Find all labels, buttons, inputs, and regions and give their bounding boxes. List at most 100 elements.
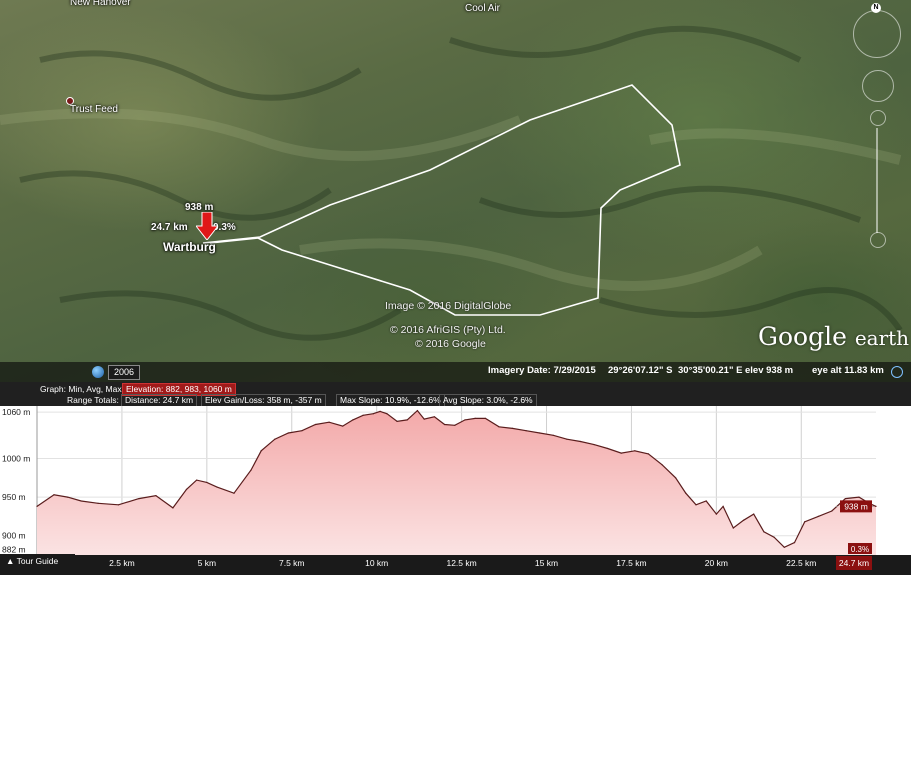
elevation-point — [196, 479, 198, 481]
elevation-point — [416, 410, 419, 412]
elevation-point — [386, 413, 388, 415]
elevation-point — [858, 496, 860, 498]
elevation-point — [831, 510, 833, 512]
elevation-point — [342, 425, 344, 427]
elevation-point — [685, 492, 687, 494]
elevation-point — [250, 469, 252, 471]
elevation-point — [804, 521, 806, 523]
elevation-point — [206, 481, 208, 484]
graph-label: Graph: Min, Avg, Max — [40, 384, 122, 394]
elevation-point — [423, 418, 425, 420]
elevation-point — [454, 424, 456, 426]
elevation-point — [328, 421, 330, 423]
move-joystick[interactable] — [862, 70, 894, 102]
elevation-point — [552, 434, 554, 436]
elevation-point — [260, 450, 262, 452]
look-joystick[interactable] — [853, 10, 901, 58]
latitude-readout: 29°26'07.12" S — [608, 365, 673, 376]
elevation-point — [274, 438, 276, 440]
map-view[interactable]: New Hanover Cool Air Trust Feed Wartburg… — [0, 0, 911, 382]
x-tick-label: 12.5 km — [446, 558, 476, 568]
elevation-point — [674, 477, 677, 479]
close-icon[interactable]: × — [898, 765, 904, 777]
y-tick-label: 900 m — [2, 531, 26, 541]
elevation-point — [53, 494, 55, 496]
elevation-point — [352, 419, 354, 421]
x-tick-label: 5 km — [198, 558, 216, 568]
elevation-point — [783, 546, 785, 548]
place-trust-feed: Trust Feed — [70, 104, 118, 115]
elevation-point — [362, 414, 364, 416]
elevation-point — [511, 427, 514, 429]
historical-imagery-icon[interactable] — [92, 366, 104, 378]
credit-image: Image © 2016 DigitalGlobe — [385, 300, 512, 312]
place-wartburg: Wartburg — [163, 240, 216, 254]
end-elevation-label: 938 m — [844, 501, 868, 511]
zoom-slider[interactable] — [876, 128, 878, 233]
elevation-point — [593, 444, 595, 446]
zoom-in-button[interactable] — [870, 110, 886, 126]
elevation-point — [287, 432, 289, 434]
elevation-point — [620, 452, 622, 454]
elevation-point — [172, 507, 174, 509]
elevation-point — [464, 419, 466, 421]
elevation-point — [484, 417, 486, 419]
elevation-point — [233, 492, 235, 494]
x-tick-label: 17.5 km — [616, 558, 646, 568]
x-tick-label: 7.5 km — [279, 558, 305, 568]
elevation-point — [97, 502, 99, 504]
y-tick-label: 950 m — [2, 492, 26, 502]
position-arrow-icon — [196, 212, 218, 240]
historical-year[interactable]: 2006 — [108, 365, 140, 380]
elevation-point — [66, 496, 69, 498]
x-tick-label: 2.5 km — [109, 558, 135, 568]
elevation-point — [705, 500, 707, 502]
elevation-point — [539, 432, 541, 434]
elevation-point — [216, 486, 218, 488]
elevation-point — [372, 413, 374, 415]
elevation-point — [117, 504, 120, 506]
imagery-date: Imagery Date: 7/29/2015 — [488, 365, 596, 376]
elevation-point — [433, 416, 436, 418]
x-tick-label: 10 km — [365, 558, 388, 568]
credit-google: © 2016 Google — [415, 338, 486, 350]
range-totals-label: Range Totals: — [67, 395, 119, 405]
marker-distance-label: 24.7 km — [151, 222, 188, 233]
elevation-point — [498, 426, 500, 428]
elevation-point — [695, 504, 697, 506]
status-indicator-icon — [891, 366, 903, 378]
elevation-point — [185, 488, 188, 490]
elevation-point — [396, 420, 398, 423]
zoom-out-button[interactable] — [870, 232, 886, 248]
elevation-point — [80, 500, 82, 502]
elevation-point — [579, 440, 582, 443]
elevation-profile-chart[interactable]: 1060 m1000 m950 m900 m882 m 2.5 km 5 km 7.… — [0, 406, 911, 575]
x-tick-label: 20 km — [705, 558, 728, 568]
elevation-point — [647, 453, 650, 455]
elevation-point — [875, 505, 877, 507]
elevation-point — [314, 423, 317, 426]
x-tick-label: 15 km — [535, 558, 558, 568]
elevation-point — [138, 498, 140, 500]
north-up-icon[interactable]: N — [871, 3, 881, 13]
end-slope-label: 0.3% — [851, 545, 869, 554]
elevation-point — [634, 450, 636, 452]
elevation-point — [715, 513, 717, 515]
elevation-point — [742, 519, 745, 521]
elevation-point — [817, 515, 819, 517]
place-new-hanover: New Hanover — [70, 0, 131, 8]
tour-guide-button[interactable]: ▲ Tour Guide — [0, 554, 75, 568]
eye-altitude-readout: eye alt 11.83 km — [812, 365, 884, 376]
elevation-point — [301, 430, 303, 432]
elevation-point — [155, 494, 157, 497]
longitude-readout: 30°35'00.21" E — [678, 365, 743, 376]
google-earth-logo: Google earth — [758, 322, 910, 351]
elevation-point — [406, 419, 408, 421]
elevation-point — [525, 430, 527, 432]
elevation-point — [763, 531, 765, 533]
elevation-point — [444, 423, 446, 426]
x-tick-label: 22.5 km — [786, 558, 816, 568]
elevation-point — [844, 498, 847, 500]
profile-stats-bar: Graph: Min, Avg, Max Elevation: 882, 983… — [0, 382, 911, 777]
elevation-point — [773, 536, 775, 538]
